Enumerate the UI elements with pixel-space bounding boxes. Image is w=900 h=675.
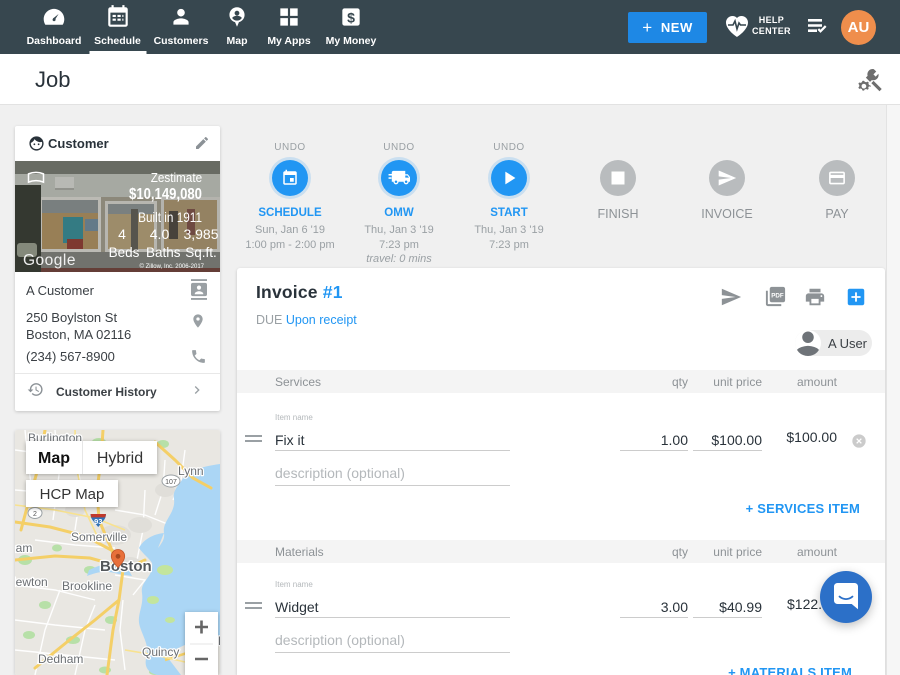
svg-text:Lynn: Lynn	[178, 464, 204, 478]
svg-text:Quincy: Quincy	[142, 645, 179, 659]
svg-text:93: 93	[94, 517, 102, 526]
svg-text:107: 107	[165, 479, 177, 486]
svg-text:Brookline: Brookline	[62, 579, 112, 593]
svg-text:Hybrid: Hybrid	[97, 450, 143, 467]
svg-text:Map: Map	[38, 450, 70, 467]
svg-text:Hi: Hi	[218, 634, 220, 648]
svg-text:2: 2	[33, 511, 37, 518]
svg-text:Somerville: Somerville	[71, 530, 127, 544]
svg-text:lewton: lewton	[15, 575, 48, 589]
svg-text:PDF: PDF	[771, 292, 784, 299]
svg-text:HCP Map: HCP Map	[40, 486, 105, 503]
svg-text:$: $	[347, 9, 355, 25]
svg-text:Boston: Boston	[100, 558, 152, 575]
svg-text:ham: ham	[15, 541, 32, 555]
svg-text:Dedham: Dedham	[38, 652, 83, 666]
